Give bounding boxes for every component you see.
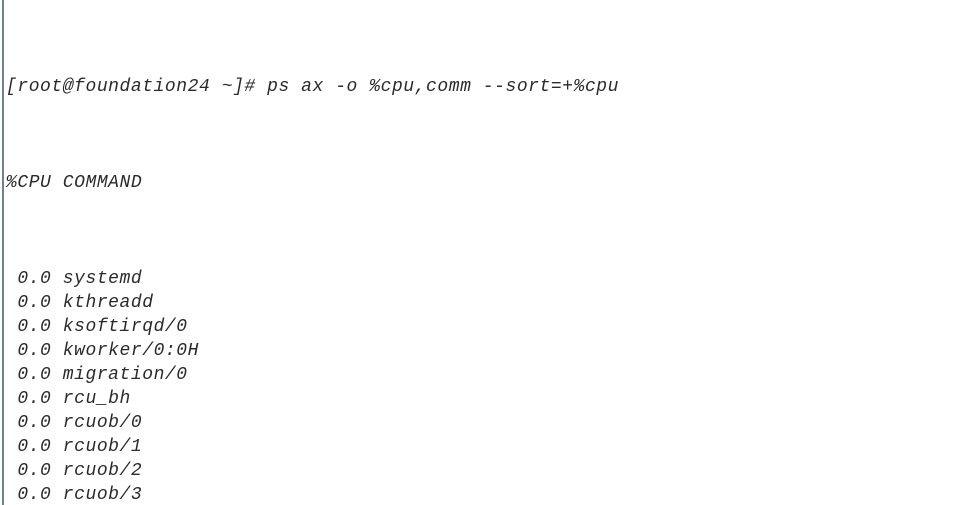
terminal-window: [root@foundation24 ~]# ps ax -o %cpu,com… [0,0,977,505]
ps-column-header: %CPU COMMAND [6,173,143,193]
process-row: 0.0 rcuob/1 [6,437,143,457]
process-row: 0.0 rcuob/0 [6,413,143,433]
process-list: 0.0 systemd 0.0 kthreadd 0.0 ksoftirqd/0… [6,267,977,505]
process-row: 0.0 rcuob/3 [6,485,143,505]
process-row: 0.0 ksoftirqd/0 [6,317,188,337]
process-row: 0.0 migration/0 [6,365,188,385]
terminal-output-area[interactable]: [root@foundation24 ~]# ps ax -o %cpu,com… [0,0,977,505]
process-row: 0.0 systemd [6,269,143,289]
process-row: 0.0 kthreadd [6,293,154,313]
shell-prompt-line: [root@foundation24 ~]# ps ax -o %cpu,com… [6,77,619,97]
process-row: 0.0 kworker/0:0H [6,341,199,361]
process-row: 0.0 rcu_bh [6,389,131,409]
process-row: 0.0 rcuob/2 [6,461,143,481]
